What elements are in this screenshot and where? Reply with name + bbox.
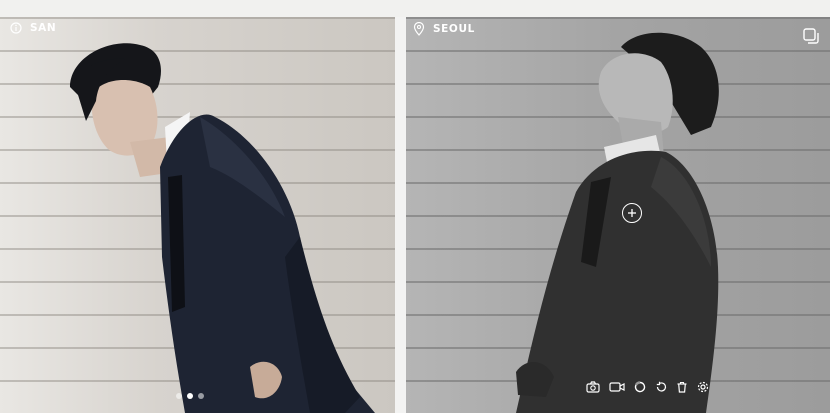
top-bar: [0, 0, 830, 17]
carousel-dot-active[interactable]: [187, 393, 193, 399]
carousel-dots: [176, 393, 204, 399]
panel-divider: [395, 17, 406, 413]
video-icon[interactable]: [609, 378, 625, 397]
photo-panel-san[interactable]: SAN: [0, 17, 395, 413]
media-toolbar: [586, 378, 709, 397]
plus-icon[interactable]: [622, 203, 642, 223]
panel-title: SEOUL: [433, 23, 475, 35]
panel-title: SAN: [30, 22, 57, 34]
settings-icon[interactable]: [697, 378, 709, 397]
photo-panel-seoul[interactable]: SEOUL: [406, 17, 830, 413]
copy-icon[interactable]: [802, 27, 820, 49]
camera-icon[interactable]: [586, 378, 600, 397]
redo-icon[interactable]: [655, 378, 667, 397]
person-photo: [516, 32, 719, 413]
loop-icon[interactable]: [634, 378, 646, 397]
carousel-dot[interactable]: [198, 393, 204, 399]
carousel-dot[interactable]: [176, 393, 182, 399]
person-photo: [70, 43, 375, 413]
info-icon[interactable]: [10, 22, 22, 34]
panel-header-seoul: SEOUL: [413, 22, 475, 36]
panel-header-san: SAN: [10, 22, 56, 34]
location-pin-icon[interactable]: [413, 22, 425, 36]
trash-icon[interactable]: [676, 378, 688, 397]
